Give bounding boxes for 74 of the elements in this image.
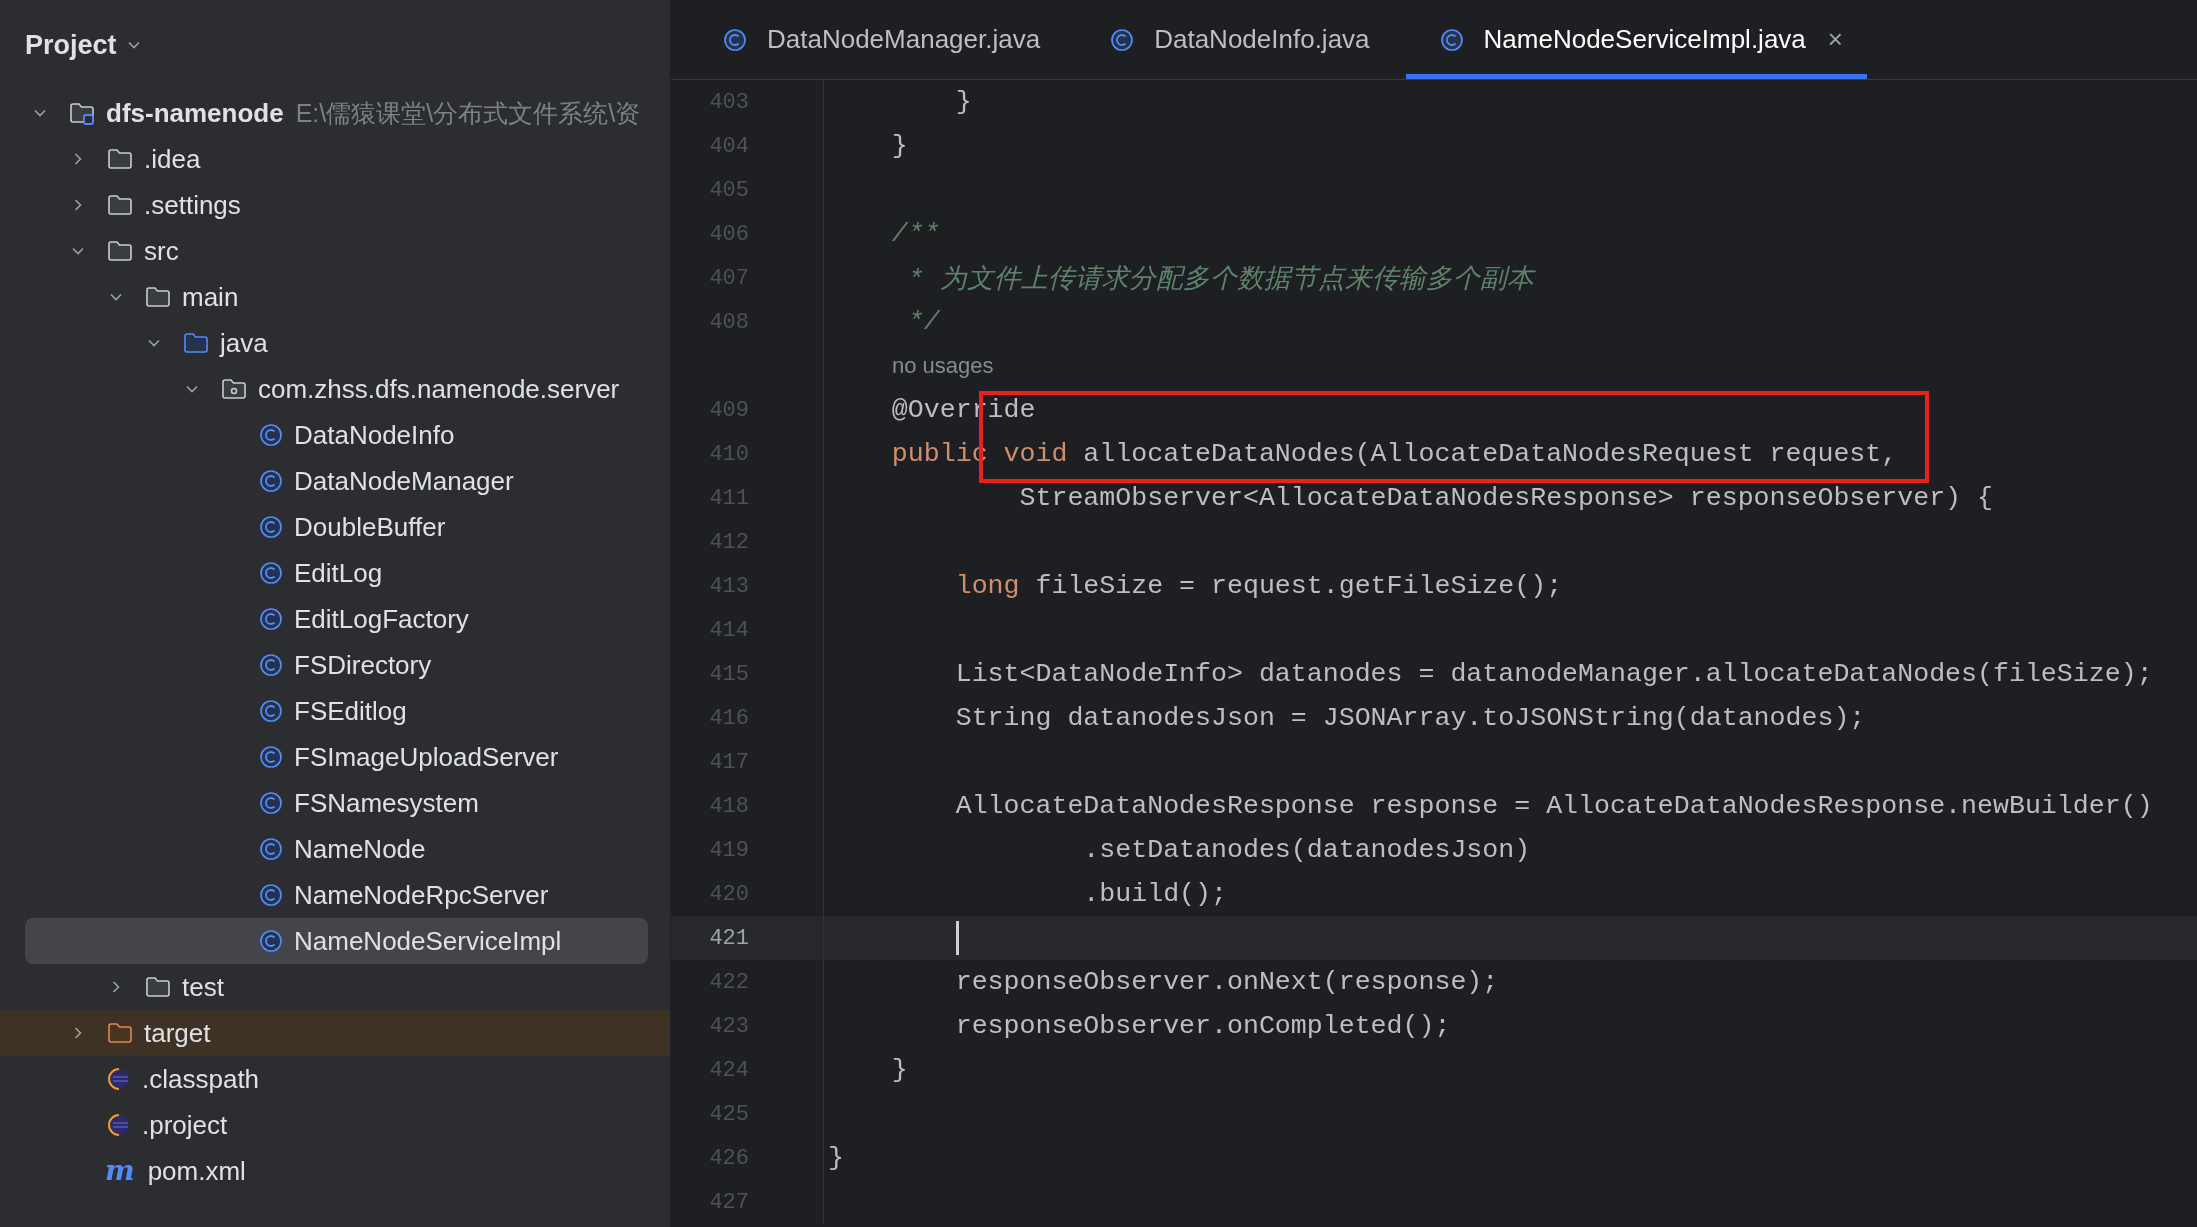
- tree-item[interactable]: DataNodeInfo: [0, 412, 670, 458]
- tree-item[interactable]: m pom.xml: [0, 1148, 670, 1194]
- folder-icon: [107, 239, 133, 263]
- class-icon: [259, 837, 283, 861]
- tree-item[interactable]: test: [0, 964, 670, 1010]
- code-line: }: [828, 1143, 844, 1173]
- tree-item[interactable]: NameNodeRpcServer: [0, 872, 670, 918]
- class-icon: [259, 699, 283, 723]
- maven-icon: m: [105, 1152, 139, 1190]
- usages-hint: no usages: [891, 353, 994, 379]
- tree-item[interactable]: FSDirectory: [0, 642, 670, 688]
- code-line: }: [954, 87, 972, 117]
- package-icon: [221, 377, 247, 401]
- tree-item[interactable]: main: [0, 274, 670, 320]
- class-icon: [259, 929, 283, 953]
- project-view-dropdown[interactable]: Project: [25, 29, 141, 61]
- tree-item[interactable]: FSNamesystem: [0, 780, 670, 826]
- class-icon: [259, 653, 283, 677]
- tree-item[interactable]: EditLog: [0, 550, 670, 596]
- class-icon: [1110, 27, 1135, 52]
- class-icon: [259, 423, 283, 447]
- tree-item[interactable]: DoubleBuffer: [0, 504, 670, 550]
- tree-item[interactable]: java: [0, 320, 670, 366]
- close-icon[interactable]: ×: [1827, 24, 1843, 55]
- code-line: responseObserver.onNext(response);: [954, 967, 1499, 997]
- tree-item[interactable]: FSEditlog: [0, 688, 670, 734]
- folder-icon: [145, 975, 171, 999]
- editor-tab[interactable]: NameNodeServiceImpl.java ×: [1405, 0, 1867, 79]
- line-number: 421: [708, 925, 749, 951]
- editor-tab[interactable]: DataNodeManager.java: [689, 0, 1065, 79]
- tree-item[interactable]: FSImageUploadServer: [0, 734, 670, 780]
- code-line: /**: [890, 219, 940, 249]
- code-line: responseObserver.onCompleted();: [954, 1011, 1451, 1041]
- code-line: String datanodesJson = JSONArray.toJSONString(datanodes);: [954, 703, 1866, 733]
- tree-item[interactable]: DataNodeManager: [0, 458, 670, 504]
- tree-item[interactable]: com.zhss.dfs.namenode.server: [0, 366, 670, 412]
- code-line: .setDatanodes(datanodesJson): [1082, 835, 1531, 865]
- code-line: StreamObserver<AllocateDataNodesResponse> responseObserver) {: [1018, 483, 1993, 513]
- code-line: }: [890, 1055, 908, 1085]
- folder-icon: [107, 147, 133, 171]
- class-icon: [259, 883, 283, 907]
- project-path: E:\儒猿课堂\分布式文件系统\资: [295, 97, 641, 129]
- code-line: */: [906, 307, 940, 337]
- code-line: AllocateDataNodesResponse response = AllocateDataNodesResponse.newBuilder(): [954, 791, 2153, 821]
- tree-item[interactable]: NameNodeServiceImpl: [25, 918, 648, 964]
- tree-item[interactable]: .settings: [0, 182, 670, 228]
- code-line: * 为文件上传请求分配多个数据节点来传输多个副本: [906, 264, 1534, 296]
- tree-item[interactable]: NameNode: [0, 826, 670, 872]
- class-icon: [259, 745, 283, 769]
- class-icon: [259, 607, 283, 631]
- tree-item[interactable]: target: [0, 1010, 670, 1056]
- tree-item[interactable]: EditLogFactory: [0, 596, 670, 642]
- class-icon: [259, 469, 283, 493]
- module-folder-icon: [69, 101, 95, 125]
- code-line: .build();: [1082, 879, 1227, 909]
- class-icon: [259, 561, 283, 585]
- class-icon: [259, 791, 283, 815]
- code-line: long fileSize = request.getFileSize();: [954, 571, 1563, 601]
- tree-item[interactable]: .idea: [0, 136, 670, 182]
- tree-item[interactable]: .project: [0, 1102, 670, 1148]
- folder-icon: [107, 193, 133, 217]
- folder-icon: [145, 285, 171, 309]
- editor-tab[interactable]: DataNodeInfo.java: [1076, 0, 1394, 79]
- tree-item[interactable]: src: [0, 228, 670, 274]
- class-icon: [259, 515, 283, 539]
- code-line: }: [890, 131, 908, 161]
- source-folder-icon: [183, 331, 209, 355]
- text-cursor: [956, 921, 959, 955]
- tree-item[interactable]: dfs-namenode E:\儒猿课堂\分布式文件系统\资: [0, 90, 670, 136]
- code-line: List<DataNodeInfo> datanodes = datanodeManager.allocateDataNodes(fileSize);: [954, 659, 2153, 689]
- class-icon: [1439, 27, 1464, 52]
- tree-item[interactable]: .classpath: [0, 1056, 670, 1102]
- class-icon: [723, 27, 747, 52]
- folder-icon: [107, 1021, 133, 1045]
